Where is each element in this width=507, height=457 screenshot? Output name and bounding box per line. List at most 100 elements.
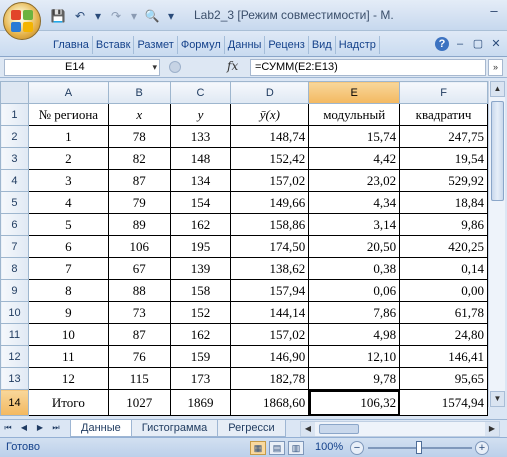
ribbon-tab-4[interactable]: Формул bbox=[178, 36, 225, 54]
data-cell[interactable]: Итого bbox=[27, 389, 109, 416]
data-cell[interactable]: 89 bbox=[107, 213, 171, 236]
data-cell[interactable]: 146,41 bbox=[399, 345, 488, 368]
minimize-window-button[interactable]: – bbox=[481, 0, 507, 20]
next-sheet-icon[interactable]: ▶ bbox=[34, 422, 46, 434]
data-cell[interactable]: 149,66 bbox=[230, 191, 310, 214]
active-cell[interactable]: 106,32 bbox=[308, 389, 401, 416]
horizontal-scroll-thumb[interactable] bbox=[319, 424, 359, 434]
data-cell[interactable]: 1869 bbox=[169, 389, 232, 416]
data-cell[interactable]: 158 bbox=[169, 279, 232, 302]
data-cell[interactable]: 82 bbox=[107, 147, 171, 170]
ribbon-tab-5[interactable]: Данны bbox=[225, 36, 266, 54]
expand-formula-bar-icon[interactable]: » bbox=[488, 59, 503, 76]
data-cell[interactable]: 247,75 bbox=[399, 125, 488, 148]
data-cell[interactable]: 106 bbox=[107, 235, 171, 258]
help-icon[interactable]: ? bbox=[435, 37, 449, 51]
data-cell[interactable]: 174,50 bbox=[230, 235, 310, 258]
row-header[interactable]: 5 bbox=[0, 191, 29, 214]
page-break-view-icon[interactable]: ▥ bbox=[288, 441, 304, 455]
data-cell[interactable]: 9,86 bbox=[399, 213, 488, 236]
data-cell[interactable]: 4,42 bbox=[308, 147, 401, 170]
column-title-cell[interactable]: № региона bbox=[27, 103, 109, 126]
data-cell[interactable]: 61,78 bbox=[399, 301, 488, 324]
data-cell[interactable]: 3,14 bbox=[308, 213, 401, 236]
data-cell[interactable]: 7,86 bbox=[308, 301, 401, 324]
select-all-corner[interactable] bbox=[0, 81, 29, 104]
column-header-a[interactable]: A bbox=[27, 81, 109, 104]
sheet-tab-3[interactable]: Регресси bbox=[217, 420, 286, 437]
name-box[interactable]: E14 ▾ bbox=[4, 59, 160, 76]
data-cell[interactable]: 18,84 bbox=[399, 191, 488, 214]
data-cell[interactable]: 76 bbox=[107, 345, 171, 368]
row-header[interactable]: 10 bbox=[0, 301, 29, 324]
formula-input[interactable]: =СУММ(E2:E13) bbox=[250, 59, 486, 76]
redo-icon[interactable]: ↷ bbox=[108, 8, 124, 24]
ribbon-tab-2[interactable]: Вставк bbox=[93, 36, 135, 54]
data-cell[interactable]: 73 bbox=[107, 301, 171, 324]
data-cell[interactable]: 79 bbox=[107, 191, 171, 214]
scroll-up-icon[interactable]: ▲ bbox=[490, 81, 505, 97]
data-cell[interactable]: 152,42 bbox=[230, 147, 310, 170]
save-icon[interactable]: 💾 bbox=[50, 8, 66, 24]
data-cell[interactable]: 8 bbox=[27, 279, 109, 302]
data-cell[interactable]: 87 bbox=[107, 169, 171, 192]
data-cell[interactable]: 2 bbox=[27, 147, 109, 170]
data-cell[interactable]: 0,00 bbox=[399, 279, 488, 302]
data-cell[interactable]: 78 bbox=[107, 125, 171, 148]
redo-dropdown-icon[interactable]: ▾ bbox=[130, 8, 138, 24]
ribbon-tab-1[interactable]: Главна bbox=[50, 36, 93, 54]
data-cell[interactable]: 15,74 bbox=[308, 125, 401, 148]
data-cell[interactable]: 182,78 bbox=[230, 367, 310, 390]
vertical-scrollbar[interactable]: ▲ ▼ bbox=[488, 81, 505, 407]
insert-function-button[interactable]: fx bbox=[227, 59, 238, 73]
column-header-c[interactable]: C bbox=[169, 81, 232, 104]
name-box-dropdown-icon[interactable]: ▾ bbox=[152, 60, 157, 75]
data-cell[interactable]: 195 bbox=[169, 235, 232, 258]
column-title-cell[interactable]: ȳ(x) bbox=[230, 103, 310, 126]
data-cell[interactable]: 420,25 bbox=[399, 235, 488, 258]
data-cell[interactable]: 9,78 bbox=[308, 367, 401, 390]
data-cell[interactable]: 24,80 bbox=[399, 323, 488, 346]
zoom-level[interactable]: 100% bbox=[315, 441, 343, 453]
data-cell[interactable]: 9 bbox=[27, 301, 109, 324]
undo-dropdown-icon[interactable]: ▾ bbox=[94, 8, 102, 24]
column-header-b[interactable]: B bbox=[107, 81, 171, 104]
column-title-cell[interactable]: x bbox=[107, 103, 171, 126]
scroll-right-icon[interactable]: ▶ bbox=[485, 422, 499, 436]
column-title-cell[interactable]: модульный bbox=[308, 103, 401, 126]
customize-qat-icon[interactable]: ▾ bbox=[166, 8, 176, 24]
row-header[interactable]: 14 bbox=[0, 389, 29, 416]
last-sheet-icon[interactable]: ⏭ bbox=[50, 422, 62, 434]
data-cell[interactable]: 1868,60 bbox=[230, 389, 310, 416]
data-cell[interactable]: 4 bbox=[27, 191, 109, 214]
data-cell[interactable]: 87 bbox=[107, 323, 171, 346]
data-cell[interactable]: 1574,94 bbox=[399, 389, 488, 416]
data-cell[interactable]: 529,92 bbox=[399, 169, 488, 192]
zoom-in-button[interactable]: + bbox=[475, 441, 489, 455]
data-cell[interactable]: 6 bbox=[27, 235, 109, 258]
data-cell[interactable]: 148,74 bbox=[230, 125, 310, 148]
data-cell[interactable]: 173 bbox=[169, 367, 232, 390]
prev-sheet-icon[interactable]: ◀ bbox=[18, 422, 30, 434]
ribbon-tab-7[interactable]: Вид bbox=[309, 36, 336, 54]
row-header[interactable]: 6 bbox=[0, 213, 29, 236]
zoom-out-button[interactable]: − bbox=[350, 441, 364, 455]
data-cell[interactable]: 4,34 bbox=[308, 191, 401, 214]
data-cell[interactable]: 134 bbox=[169, 169, 232, 192]
ribbon-tab-3[interactable]: Размет bbox=[134, 36, 178, 54]
row-header[interactable]: 3 bbox=[0, 147, 29, 170]
data-cell[interactable]: 146,90 bbox=[230, 345, 310, 368]
data-cell[interactable]: 159 bbox=[169, 345, 232, 368]
ribbon-tab-8[interactable]: Надстр bbox=[336, 36, 380, 54]
sheet-tab-1[interactable]: Данные bbox=[70, 420, 132, 437]
normal-view-icon[interactable]: ▦ bbox=[250, 441, 266, 455]
data-cell[interactable]: 4,98 bbox=[308, 323, 401, 346]
column-header-e[interactable]: E bbox=[308, 81, 401, 104]
data-cell[interactable]: 20,50 bbox=[308, 235, 401, 258]
data-cell[interactable]: 5 bbox=[27, 213, 109, 236]
row-header[interactable]: 7 bbox=[0, 235, 29, 258]
column-header-f[interactable]: F bbox=[399, 81, 488, 104]
undo-icon[interactable]: ↶ bbox=[72, 8, 88, 24]
data-cell[interactable]: 139 bbox=[169, 257, 232, 280]
data-cell[interactable]: 88 bbox=[107, 279, 171, 302]
